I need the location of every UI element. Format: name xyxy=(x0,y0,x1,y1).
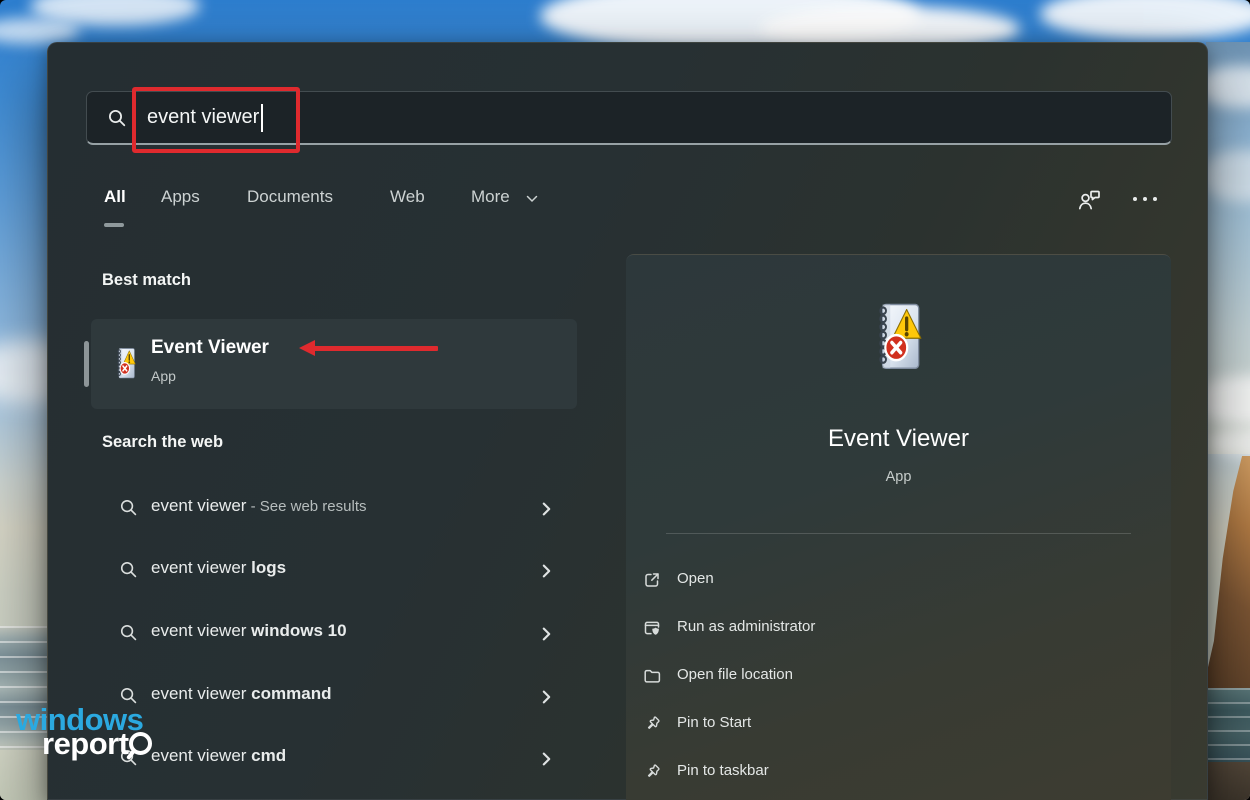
annotation-arrow xyxy=(299,340,441,357)
search-icon xyxy=(119,560,138,579)
search-web-heading: Search the web xyxy=(102,433,223,452)
tab-documents[interactable]: Documents xyxy=(247,187,333,207)
suggestion-base: event viewer xyxy=(151,746,251,765)
chevron-down-icon xyxy=(526,195,538,203)
best-match-heading: Best match xyxy=(102,271,191,290)
pin-icon xyxy=(642,762,662,782)
wallpaper-sand xyxy=(1206,762,1250,800)
web-suggestion[interactable]: event viewer logs xyxy=(91,539,577,602)
open-external-icon xyxy=(642,570,662,590)
tab-web[interactable]: Web xyxy=(390,187,425,207)
watermark-word2: report xyxy=(42,728,152,759)
action-pin-to-taskbar[interactable]: Pin to taskbar xyxy=(626,748,1171,796)
web-suggestion[interactable]: event viewer cmd xyxy=(91,727,577,790)
chevron-right-icon xyxy=(542,502,551,516)
scrollbar-thumb[interactable] xyxy=(84,341,89,387)
wallpaper-sea xyxy=(1206,688,1250,764)
action-open-file-location[interactable]: Open file location xyxy=(626,652,1171,700)
tab-more[interactable]: More xyxy=(471,187,510,207)
tab-apps[interactable]: Apps xyxy=(161,187,200,207)
search-icon xyxy=(107,108,127,128)
more-options-button[interactable] xyxy=(1128,183,1162,215)
windows-search-screen: event viewer All Apps Documents Web More… xyxy=(0,0,1250,800)
windows-report-watermark: windows report xyxy=(16,704,152,759)
preview-subtitle: App xyxy=(626,469,1171,485)
ellipsis-icon xyxy=(1133,197,1157,201)
admin-shield-icon xyxy=(642,618,662,638)
suggestion-suffix: windows 10 xyxy=(251,621,346,640)
suggestion-suffix: - See web results xyxy=(246,498,366,515)
action-run-as-administrator[interactable]: Run as administrator xyxy=(626,604,1171,652)
divider xyxy=(666,533,1131,534)
action-open[interactable]: Open xyxy=(626,556,1171,604)
tab-all[interactable]: All xyxy=(104,187,126,207)
suggestion-base: event viewer xyxy=(151,621,251,640)
magnifier-o-icon xyxy=(129,732,152,755)
action-label: Run as administrator xyxy=(677,618,815,635)
suggestion-base: event viewer xyxy=(151,684,251,703)
action-pin-to-start[interactable]: Pin to Start xyxy=(626,700,1171,748)
chevron-right-icon xyxy=(542,564,551,578)
chevron-right-icon xyxy=(542,752,551,766)
search-icon xyxy=(119,498,138,517)
search-flyout-panel: event viewer All Apps Documents Web More… xyxy=(47,42,1208,800)
folder-icon xyxy=(642,666,662,686)
chevron-right-icon xyxy=(542,627,551,641)
active-tab-indicator xyxy=(104,223,124,227)
pin-icon xyxy=(642,714,662,734)
web-suggestion[interactable]: event viewer windows 10 xyxy=(91,602,577,665)
best-match-title: Event Viewer xyxy=(151,337,269,359)
suggestion-base: event viewer xyxy=(151,496,246,515)
suggestion-suffix: logs xyxy=(251,558,286,577)
suggestion-suffix: cmd xyxy=(251,746,286,765)
result-preview-pane: Event Viewer App Open Run as administrat… xyxy=(626,254,1171,800)
account-feedback-icon xyxy=(1076,187,1103,212)
action-label: Open xyxy=(677,570,714,587)
best-match-result[interactable]: Event Viewer App xyxy=(91,319,577,409)
best-match-subtitle: App xyxy=(151,368,176,384)
annotation-highlight-box xyxy=(132,87,300,153)
web-suggestion[interactable]: event viewer command xyxy=(91,665,577,728)
event-viewer-app-icon xyxy=(111,345,141,382)
search-icon xyxy=(119,623,138,642)
event-viewer-app-icon xyxy=(864,297,934,377)
action-label: Open file location xyxy=(677,666,793,683)
preview-title: Event Viewer xyxy=(626,425,1171,453)
web-suggestion[interactable]: event viewer - See web results xyxy=(91,477,577,540)
suggestion-base: event viewer xyxy=(151,558,251,577)
account-feedback-button[interactable] xyxy=(1072,183,1106,215)
chevron-right-icon xyxy=(542,690,551,704)
suggestion-suffix: command xyxy=(251,684,331,703)
action-label: Pin to Start xyxy=(677,714,751,731)
action-label: Pin to taskbar xyxy=(677,762,769,779)
